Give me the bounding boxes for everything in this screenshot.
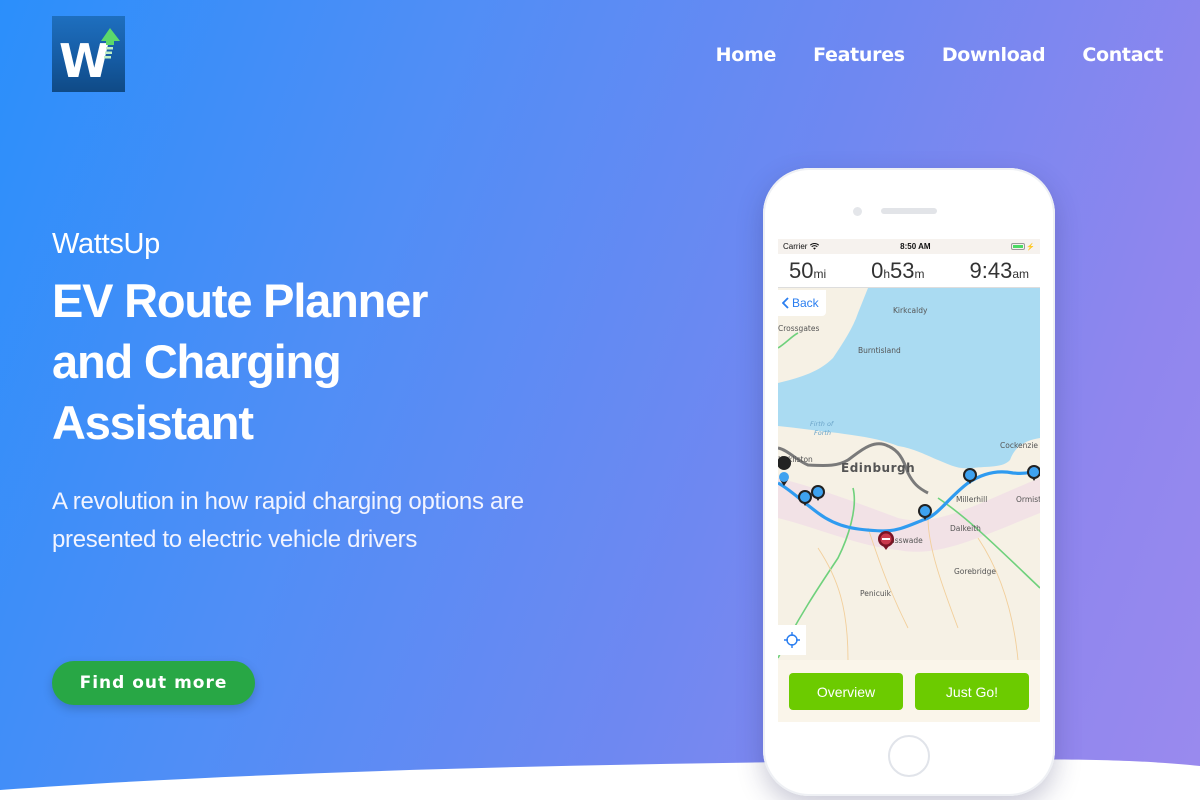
nav-features[interactable]: Features [813,44,905,66]
phone-home-button [888,735,930,777]
map-label-forth: Forth [814,429,831,437]
locate-me-button[interactable] [778,625,806,655]
hero-section: WattsUp EV Route Planner and Charging As… [52,228,532,559]
map-label-penicuik: Penicuik [860,589,892,598]
map-label-millerhill: Millerhill [956,495,987,504]
map-label-dalkeith: Dalkeith [950,524,981,533]
headline-line-3: Assistant [52,396,254,449]
map-label-kirkcaldy: Kirkcaldy [893,306,928,315]
logo-letter: W [59,34,110,88]
app-name: WattsUp [52,228,161,260]
chevron-left-icon [782,297,789,309]
just-go-button[interactable]: Just Go! [915,673,1029,710]
headline-line-2: and Charging [52,335,342,388]
map-label-burntisland: Burntisland [858,346,901,355]
route-map[interactable]: Kirkcaldy Crossgates Burntisland Firth o… [778,288,1040,660]
carrier-label: Carrier [783,242,808,251]
map-label-ormiston: Ormiston [1016,495,1040,504]
map-label-crossgates: Crossgates [778,324,819,333]
wifi-icon [810,243,820,250]
status-bar: Carrier 8:50 AM ⚡ [778,239,1040,254]
main-nav: Home Features Download Contact [716,44,1164,66]
trip-arrival-time: 9:43am [969,257,1029,283]
page-title: EV Route Planner and Charging Assistant [52,270,532,453]
battery-charging-icon: ⚡ [1011,243,1035,251]
nav-home[interactable]: Home [716,44,777,66]
phone-camera [853,207,862,216]
app-screen: Carrier 8:50 AM ⚡ 50mi 0h53m 9:43am Kirk… [778,239,1040,722]
nav-download[interactable]: Download [942,44,1046,66]
back-button[interactable]: Back [778,290,826,316]
trip-summary: 50mi 0h53m 9:43am [778,254,1040,288]
nav-contact[interactable]: Contact [1082,44,1163,66]
phone-speaker [881,208,937,214]
phone-mockup: Carrier 8:50 AM ⚡ 50mi 0h53m 9:43am Kirk… [763,168,1055,796]
crosshair-icon [784,632,800,648]
find-out-more-button[interactable]: Find out more [52,661,255,705]
headline-line-1: EV Route Planner [52,274,428,327]
trip-distance: 50mi [789,257,827,283]
trip-duration: 0h53m [871,257,925,283]
map-label-edinburgh: Edinburgh [841,461,915,475]
map-label-firth-of: Firth of [810,420,835,428]
tagline: A revolution in how rapid charging optio… [52,488,524,553]
map-label-gorebridge: Gorebridge [954,567,996,576]
overview-button[interactable]: Overview [789,673,903,710]
app-action-buttons: Overview Just Go! [778,660,1040,710]
status-time: 8:50 AM [900,242,931,251]
wattsup-logo[interactable]: W [52,16,125,92]
map-label-cockenzie: Cockenzie [1000,441,1038,450]
